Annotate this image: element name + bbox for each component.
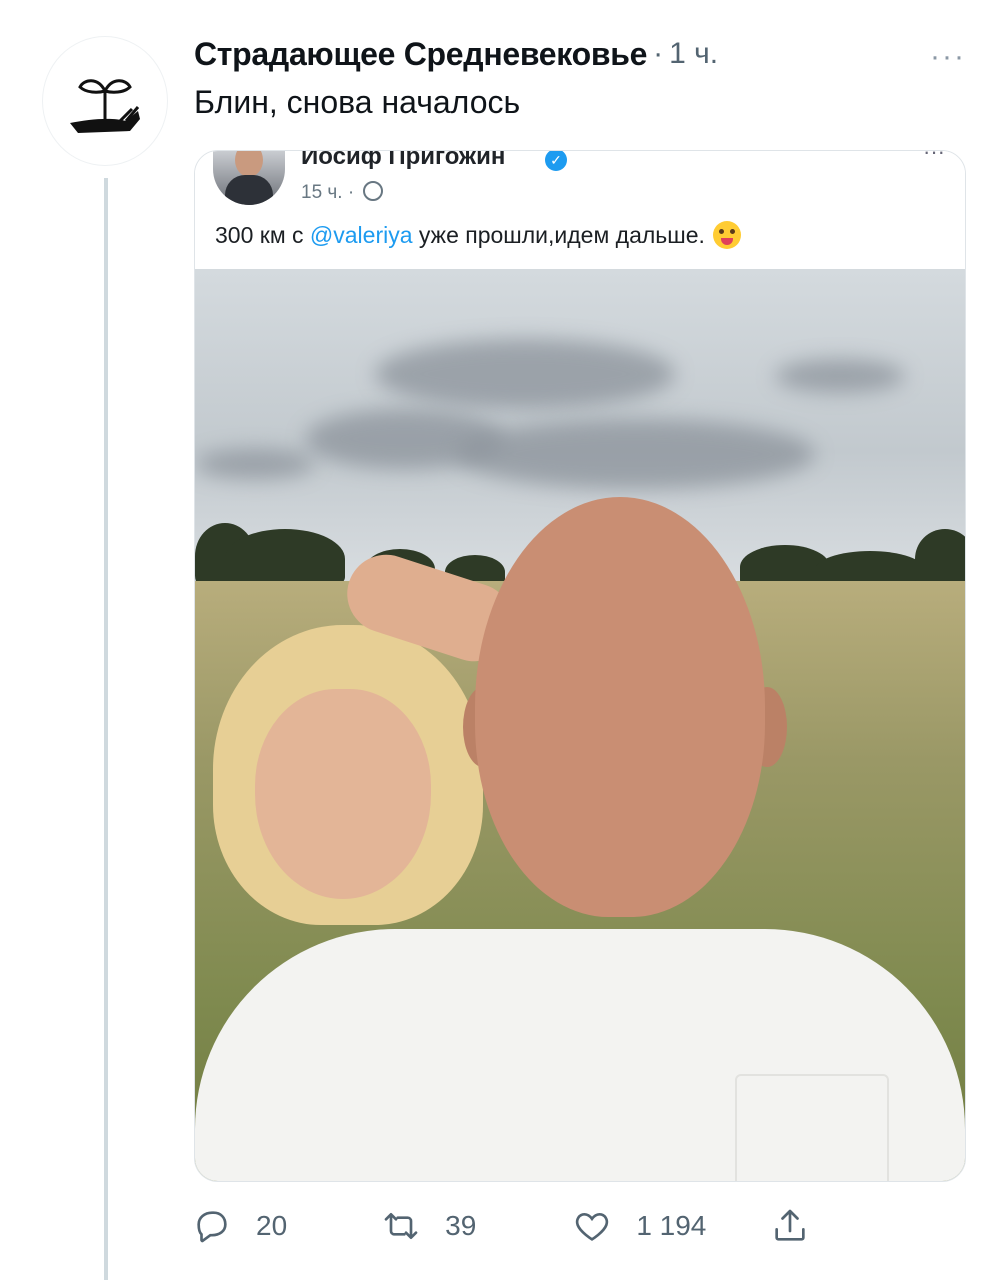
- share-button[interactable]: [770, 1206, 810, 1246]
- meta-separator: ·: [653, 37, 664, 70]
- embedded-post-header: Иосиф Пригожин ✓ ··· 15 ч. · 300 км с @v…: [195, 151, 965, 269]
- retweet-icon: [384, 1213, 418, 1239]
- photo-woman-face: [255, 689, 431, 899]
- reply-button[interactable]: 20: [192, 1206, 287, 1246]
- selfie-photo: [195, 269, 965, 1181]
- embedded-avatar: [213, 151, 285, 205]
- embedded-post-text: 300 км с @valeriya уже прошли,идем дальш…: [215, 221, 741, 249]
- attached-image[interactable]: Иосиф Пригожин ✓ ··· 15 ч. · 300 км с @v…: [194, 150, 966, 1182]
- embedded-text-after: уже прошли,идем дальше.: [412, 222, 705, 248]
- embedded-text-before: 300 км с: [215, 222, 310, 248]
- mention-link: @valeriya: [309, 222, 413, 248]
- embedded-time: 15 ч. ·: [301, 182, 355, 203]
- sprout-hand-logo-icon: [70, 79, 140, 133]
- like-count: 1 194: [636, 1210, 707, 1241]
- verified-icon: ✓: [545, 151, 567, 171]
- more-icon[interactable]: ···: [930, 40, 966, 74]
- photo-cloud: [775, 359, 905, 393]
- photo-cloud: [195, 449, 315, 479]
- embedded-timestamp: 15 ч. ·: [301, 181, 384, 204]
- author-name[interactable]: Страдающее Средневековье: [194, 36, 647, 73]
- tweet-text: Блин, снова началось: [194, 84, 521, 120]
- retweet-button[interactable]: 39: [381, 1206, 476, 1246]
- photo-shirt-pocket: [735, 1074, 889, 1181]
- embedded-author-name: Иосиф Пригожин: [301, 150, 506, 170]
- retweet-count: 39: [445, 1210, 477, 1241]
- like-icon: [576, 1212, 609, 1241]
- tweet-header: Страдающее Средневековье · 1 ч.: [194, 30, 966, 78]
- reply-count: 20: [256, 1210, 288, 1241]
- embedded-more-icon: ···: [923, 150, 945, 164]
- like-button[interactable]: 1 194: [572, 1206, 706, 1246]
- emoji-icon: [712, 221, 741, 249]
- photo-cloud: [375, 339, 675, 409]
- photo-man-head: [475, 497, 765, 917]
- thread-line: [104, 178, 108, 1280]
- avatar[interactable]: [42, 36, 168, 166]
- reply-icon: [197, 1211, 227, 1243]
- timestamp[interactable]: 1 ч.: [669, 37, 718, 71]
- photo-cloud: [455, 419, 815, 489]
- globe-icon: [363, 181, 384, 201]
- share-icon: [775, 1209, 806, 1241]
- action-bar: 20 39 1 194: [192, 1196, 866, 1256]
